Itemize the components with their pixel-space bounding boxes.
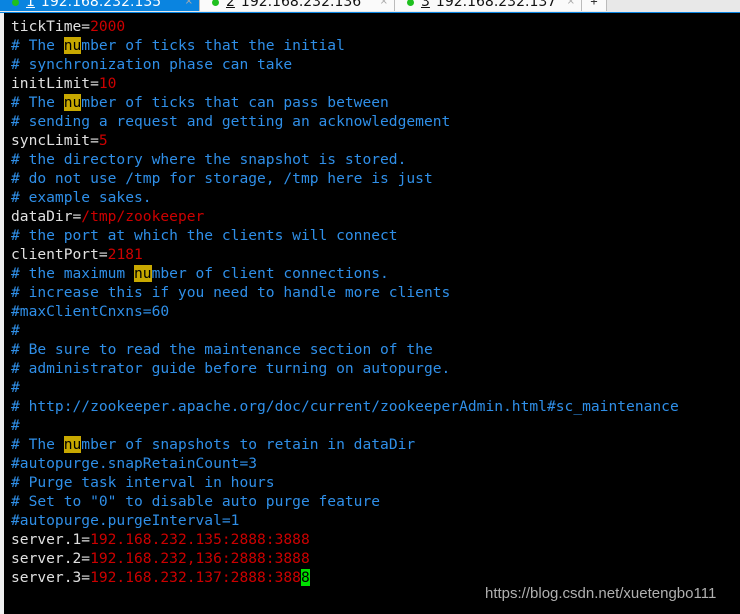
terminal-output[interactable]: tickTime=2000 # The number of ticks that … [11,17,679,587]
session-tab-bar: 1 192.168.232.135 × 2 192.168.232.136 × 3 192… [0,0,740,12]
value-text: 10 [98,75,117,92]
terminal-line: # administrator guide before turning on … [11,359,679,378]
comment-text: # Set to "0" to disable auto purge featu… [11,493,381,510]
comment-text: # sending a request and getting an ackno… [11,113,451,130]
terminal-line: tickTime=2000 [11,17,679,36]
key-text: tickTime= [11,18,91,35]
terminal-line: # [11,321,679,340]
terminal-line: # Set to "0" to disable auto purge featu… [11,492,679,511]
comment-text: # [11,379,20,396]
terminal-line: # do not use /tmp for storage, /tmp here… [11,169,679,188]
comment-text: mber of ticks that can pass between [81,94,389,111]
terminal-line: # The number of snapshots to retain in d… [11,435,679,454]
new-tab-button[interactable]: + [582,0,607,11]
value-text: 192.168.232.135:2888:3888 [90,531,310,548]
terminal-line: # the directory where the snapshot is st… [11,150,679,169]
terminal-line: #autopurge.purgeInterval=1 [11,511,679,530]
comment-text: # do not use /tmp for storage, /tmp here… [11,170,433,187]
value-text: 5 [98,132,108,149]
close-tab-icon[interactable]: × [185,0,193,11]
terminal-line: # The number of ticks that can pass betw… [11,93,679,112]
terminal-line: # Be sure to read the maintenance sectio… [11,340,679,359]
key-text: syncLimit= [11,132,99,149]
comment-text: # the port at which the clients will con… [11,227,398,244]
comment-text: mber of ticks that the initial [81,37,345,54]
terminal-line: # [11,378,679,397]
comment-text: # The [11,94,64,111]
terminal-line: clientPort=2181 [11,245,679,264]
value-text: 192.168.232,136:2888:3888 [90,550,310,567]
cursor: 8 [300,569,310,586]
comment-text: # Be sure to read the maintenance sectio… [11,341,433,358]
comment-text: # The [11,436,64,453]
tab-underline [0,12,740,13]
comment-text: #autopurge.snapRetainCount=3 [11,455,258,472]
comment-text: #autopurge.purgeInterval=1 [11,512,240,529]
search-match: nu [134,265,152,282]
comment-text: # administrator guide before turning on … [11,360,451,377]
key-text: dataDir= [11,208,82,225]
terminal-line: # the port at which the clients will con… [11,226,679,245]
connected-status-icon [407,0,414,6]
key-text: server.2= [11,550,91,567]
window-border [0,13,4,614]
terminal-line: dataDir=/tmp/zookeeper [11,207,679,226]
comment-text: mber of snapshots to retain in dataDir [81,436,416,453]
key-text: clientPort= [11,246,108,263]
connected-status-icon [212,0,219,6]
comment-text: # example sakes. [11,189,152,206]
terminal-line: # the maximum number of client connectio… [11,264,679,283]
key-text: server.1= [11,531,91,548]
tab-session-1[interactable]: 1 192.168.232.135 × [0,0,200,11]
terminal-line: # http://zookeeper.apache.org/doc/curren… [11,397,679,416]
tab-label: 192.168.232.135 [40,0,162,10]
close-tab-icon[interactable]: × [380,0,388,11]
comment-text: # The [11,37,64,54]
search-match: nu [63,37,82,54]
connected-status-icon [12,0,19,6]
comment-text: # Purge task interval in hours [11,474,275,491]
tab-label: 192.168.232.136 [240,0,362,10]
terminal-line: # Purge task interval in hours [11,473,679,492]
terminal-line: #maxClientCnxns=60 [11,302,679,321]
comment-text: # synchronization phase can take [11,56,293,73]
comment-text: # increase this if you need to handle mo… [11,284,451,301]
terminal-line: # increase this if you need to handle mo… [11,283,679,302]
terminal-line: server.1=192.168.232.135:2888:3888 [11,530,679,549]
terminal-line: # synchronization phase can take [11,55,679,74]
terminal-line: # sending a request and getting an ackno… [11,112,679,131]
key-text: initLimit= [11,75,99,92]
search-match: nu [63,94,82,111]
terminal-line: # The number of ticks that the initial [11,36,679,55]
comment-text: mber of client connections. [151,265,389,282]
tab-session-3[interactable]: 3 192.168.232.137 × [395,0,582,11]
comment-text: #maxClientCnxns=60 [11,303,170,320]
comment-text: # the maximum [11,265,135,282]
terminal-line: syncLimit=5 [11,131,679,150]
terminal-line: # [11,416,679,435]
close-tab-icon[interactable]: × [567,0,575,11]
tab-label: 192.168.232.137 [435,0,557,10]
value-text: 192.168.232.137:2888:388 [90,569,301,586]
comment-text: # [11,322,20,339]
tab-session-2[interactable]: 2 192.168.232.136 × [200,0,395,11]
value-text: 2000 [90,18,126,35]
terminal-line: #autopurge.snapRetainCount=3 [11,454,679,473]
search-match: nu [63,436,82,453]
value-text: 2181 [107,246,143,263]
terminal-line: initLimit=10 [11,74,679,93]
comment-text: # [11,417,20,434]
value-text: /tmp/zookeeper [81,208,205,225]
comment-text: # the directory where the snapshot is st… [11,151,407,168]
terminal-line: # example sakes. [11,188,679,207]
key-text: server.3= [11,569,91,586]
watermark: https://blog.csdn.net/xuetengbo111 [485,585,717,602]
terminal-line: server.2=192.168.232,136:2888:3888 [11,549,679,568]
comment-text: # http://zookeeper.apache.org/doc/curren… [11,398,679,415]
